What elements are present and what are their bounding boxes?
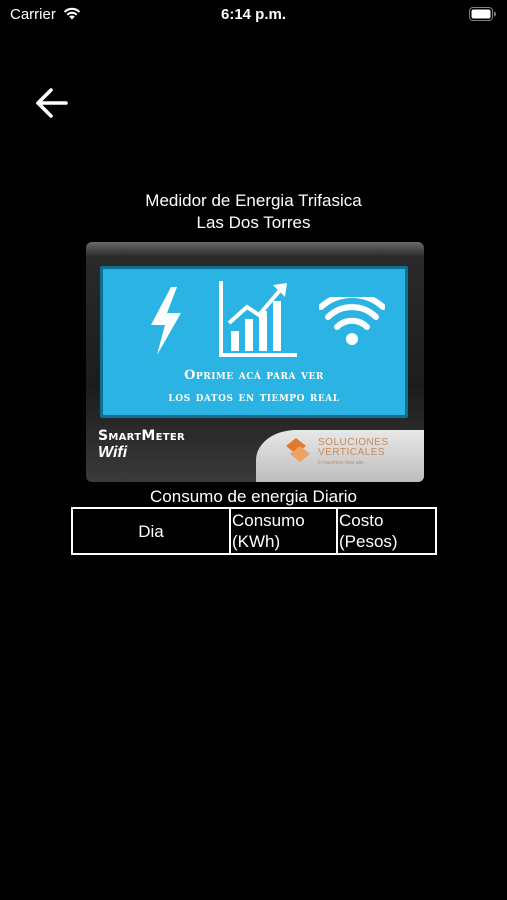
column-header-label: Consumo bbox=[232, 511, 305, 530]
company-name: SOLUCIONES VERTICALES bbox=[318, 438, 389, 458]
column-header-label: Costo bbox=[339, 511, 384, 530]
brand-name: SmartMeter bbox=[98, 428, 185, 444]
banner-text-line2: los datos en tiempo real bbox=[168, 390, 340, 405]
lightning-icon bbox=[151, 287, 181, 355]
table-header-row: Dia Consumo (KWh) Costo (Pesos) bbox=[71, 507, 437, 555]
column-header-dia: Dia bbox=[71, 507, 231, 555]
back-button[interactable] bbox=[34, 86, 70, 120]
column-header-unit: (KWh) bbox=[232, 532, 281, 551]
consumption-title: Consumo de energia Diario bbox=[150, 487, 357, 506]
brand-subname: Wifi bbox=[98, 444, 128, 461]
column-header-costo: Costo (Pesos) bbox=[336, 507, 437, 555]
page-title: Medidor de Energia Trifasica Las Dos Tor… bbox=[0, 190, 507, 234]
battery-icon bbox=[469, 7, 497, 26]
smart-meter-banner-button[interactable]: Oprime acá para ver los datos en tiempo … bbox=[86, 242, 424, 482]
meter-screen: Oprime acá para ver los datos en tiempo … bbox=[100, 266, 408, 418]
consumption-table: Dia Consumo (KWh) Costo (Pesos) bbox=[71, 507, 437, 555]
status-bar: Carrier 6:14 p.m. bbox=[0, 0, 507, 30]
clock: 6:14 p.m. bbox=[220, 6, 287, 23]
column-header-label: Dia bbox=[138, 521, 164, 541]
arrow-left-icon bbox=[36, 88, 68, 118]
wifi-icon bbox=[319, 297, 385, 345]
banner-text-line1: Oprime acá para ver bbox=[184, 368, 324, 383]
chart-growth-icon bbox=[219, 281, 297, 357]
column-header-consumo: Consumo (KWh) bbox=[229, 507, 338, 555]
company-name-line2: VERTICALES bbox=[318, 447, 386, 458]
company-tagline: lo hacemos más alto bbox=[318, 460, 364, 466]
company-logo-icon bbox=[286, 438, 310, 462]
column-header-unit: (Pesos) bbox=[339, 532, 398, 551]
meter-footer: SmartMeter Wifi SOLUCIONES VERTICALES lo… bbox=[86, 422, 424, 482]
page-title-line1: Medidor de Energia Trifasica bbox=[145, 191, 362, 210]
page-title-line2: Las Dos Torres bbox=[196, 213, 311, 232]
